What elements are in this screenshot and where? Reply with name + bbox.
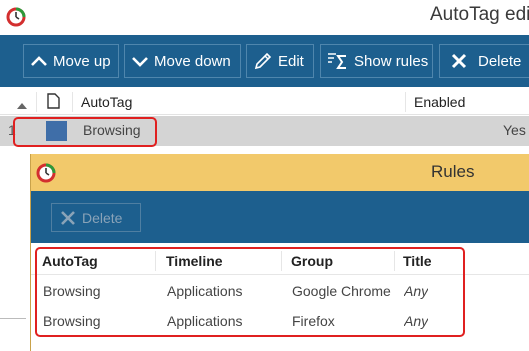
column-header-title[interactable]: Title [403,253,432,269]
chevron-down-icon [131,55,149,67]
divider [0,318,26,319]
timer-logo-icon [6,7,26,30]
main-toolbar: Move up Move down Edit Show rules Delete [0,35,529,87]
timer-logo-icon [36,163,56,186]
rule-title: Any [404,283,429,299]
close-x-icon [60,210,76,226]
row-number: 1 [8,122,16,138]
rules-delete-button[interactable]: Delete [51,203,141,232]
rules-delete-label: Delete [82,209,123,226]
rule-group: Google Chrome [292,283,391,299]
rule-autotag: Browsing [43,313,101,329]
rule-autotag: Browsing [43,283,101,299]
edit-label: Edit [278,52,304,70]
table-row[interactable]: 1 Browsing Yes [0,116,529,146]
autotag-name: Browsing [83,122,141,138]
show-rules-button[interactable]: Show rules [320,44,433,78]
chevron-up-icon [30,55,48,67]
rules-toolbar: Delete [31,191,529,243]
delete-button[interactable]: Delete [439,44,529,78]
table-row[interactable]: Browsing Applications Google Chrome Any [31,277,529,307]
rule-group: Firefox [292,313,335,329]
column-header-enabled[interactable]: Enabled [414,94,465,110]
column-header-group[interactable]: Group [291,253,333,269]
edit-button[interactable]: Edit [246,44,314,78]
move-down-label: Move down [154,52,231,70]
autotag-grid-header: AutoTag Enabled [0,88,529,115]
column-header-autotag[interactable]: AutoTag [81,94,132,110]
window-title: AutoTag edi [430,4,529,25]
rule-timeline: Applications [167,283,243,299]
move-up-button[interactable]: Move up [23,44,119,78]
rules-grid-header: AutoTag Timeline Group Title [31,247,529,275]
rule-timeline: Applications [167,313,243,329]
enabled-value: Yes [503,122,526,138]
sigma-list-icon [327,50,349,72]
delete-label: Delete [478,52,522,70]
color-swatch [46,121,67,141]
close-x-icon [450,52,468,70]
rules-window: Rules Delete AutoTag Timeline Group Titl… [30,154,529,351]
rule-title: Any [404,313,429,329]
column-header-autotag[interactable]: AutoTag [42,253,98,269]
sort-triangle-icon[interactable] [16,97,28,113]
pencil-icon [253,51,273,71]
show-rules-label: Show rules [354,52,429,70]
column-header-timeline[interactable]: Timeline [166,253,223,269]
move-up-label: Move up [53,52,111,70]
rules-title: Rules [431,162,475,181]
main-title-bar: AutoTag edi [0,0,529,34]
move-down-button[interactable]: Move down [124,44,241,78]
rules-title-bar: Rules [31,154,529,191]
table-row[interactable]: Browsing Applications Firefox Any [31,307,529,337]
document-icon [47,93,60,112]
